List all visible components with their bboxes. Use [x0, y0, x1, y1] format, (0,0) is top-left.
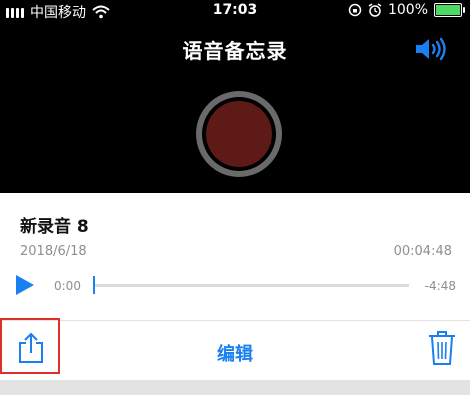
- status-bar: 中国移动 17:03 100%: [0, 0, 470, 22]
- record-button-ring: [202, 97, 276, 171]
- status-right: 100%: [348, 2, 465, 18]
- battery-percent: 100%: [387, 2, 428, 18]
- elapsed-time: 0:00: [54, 279, 81, 293]
- playback-scrubber[interactable]: [95, 284, 409, 287]
- play-icon[interactable]: [16, 275, 34, 295]
- edit-button[interactable]: 编辑: [0, 340, 470, 366]
- remaining-time: -4:48: [424, 279, 456, 293]
- record-button-core: [206, 101, 272, 167]
- scrubber-handle[interactable]: [93, 276, 95, 294]
- bottom-list-area: [0, 380, 470, 395]
- memo-duration: 00:04:48: [393, 244, 452, 259]
- record-button[interactable]: [196, 91, 282, 177]
- recording-area: 中国移动 17:03 100% 语音备忘录: [0, 0, 470, 193]
- rotation-lock-icon: [348, 3, 362, 17]
- speaker-icon[interactable]: [414, 36, 454, 62]
- alarm-icon: [368, 3, 382, 17]
- divider: [0, 320, 470, 321]
- memo-date: 2018/6/18: [20, 244, 87, 259]
- trash-icon[interactable]: [428, 331, 456, 365]
- page-title: 语音备忘录: [182, 39, 288, 63]
- memo-title[interactable]: 新录音 8: [20, 212, 89, 237]
- battery-icon: [434, 3, 465, 17]
